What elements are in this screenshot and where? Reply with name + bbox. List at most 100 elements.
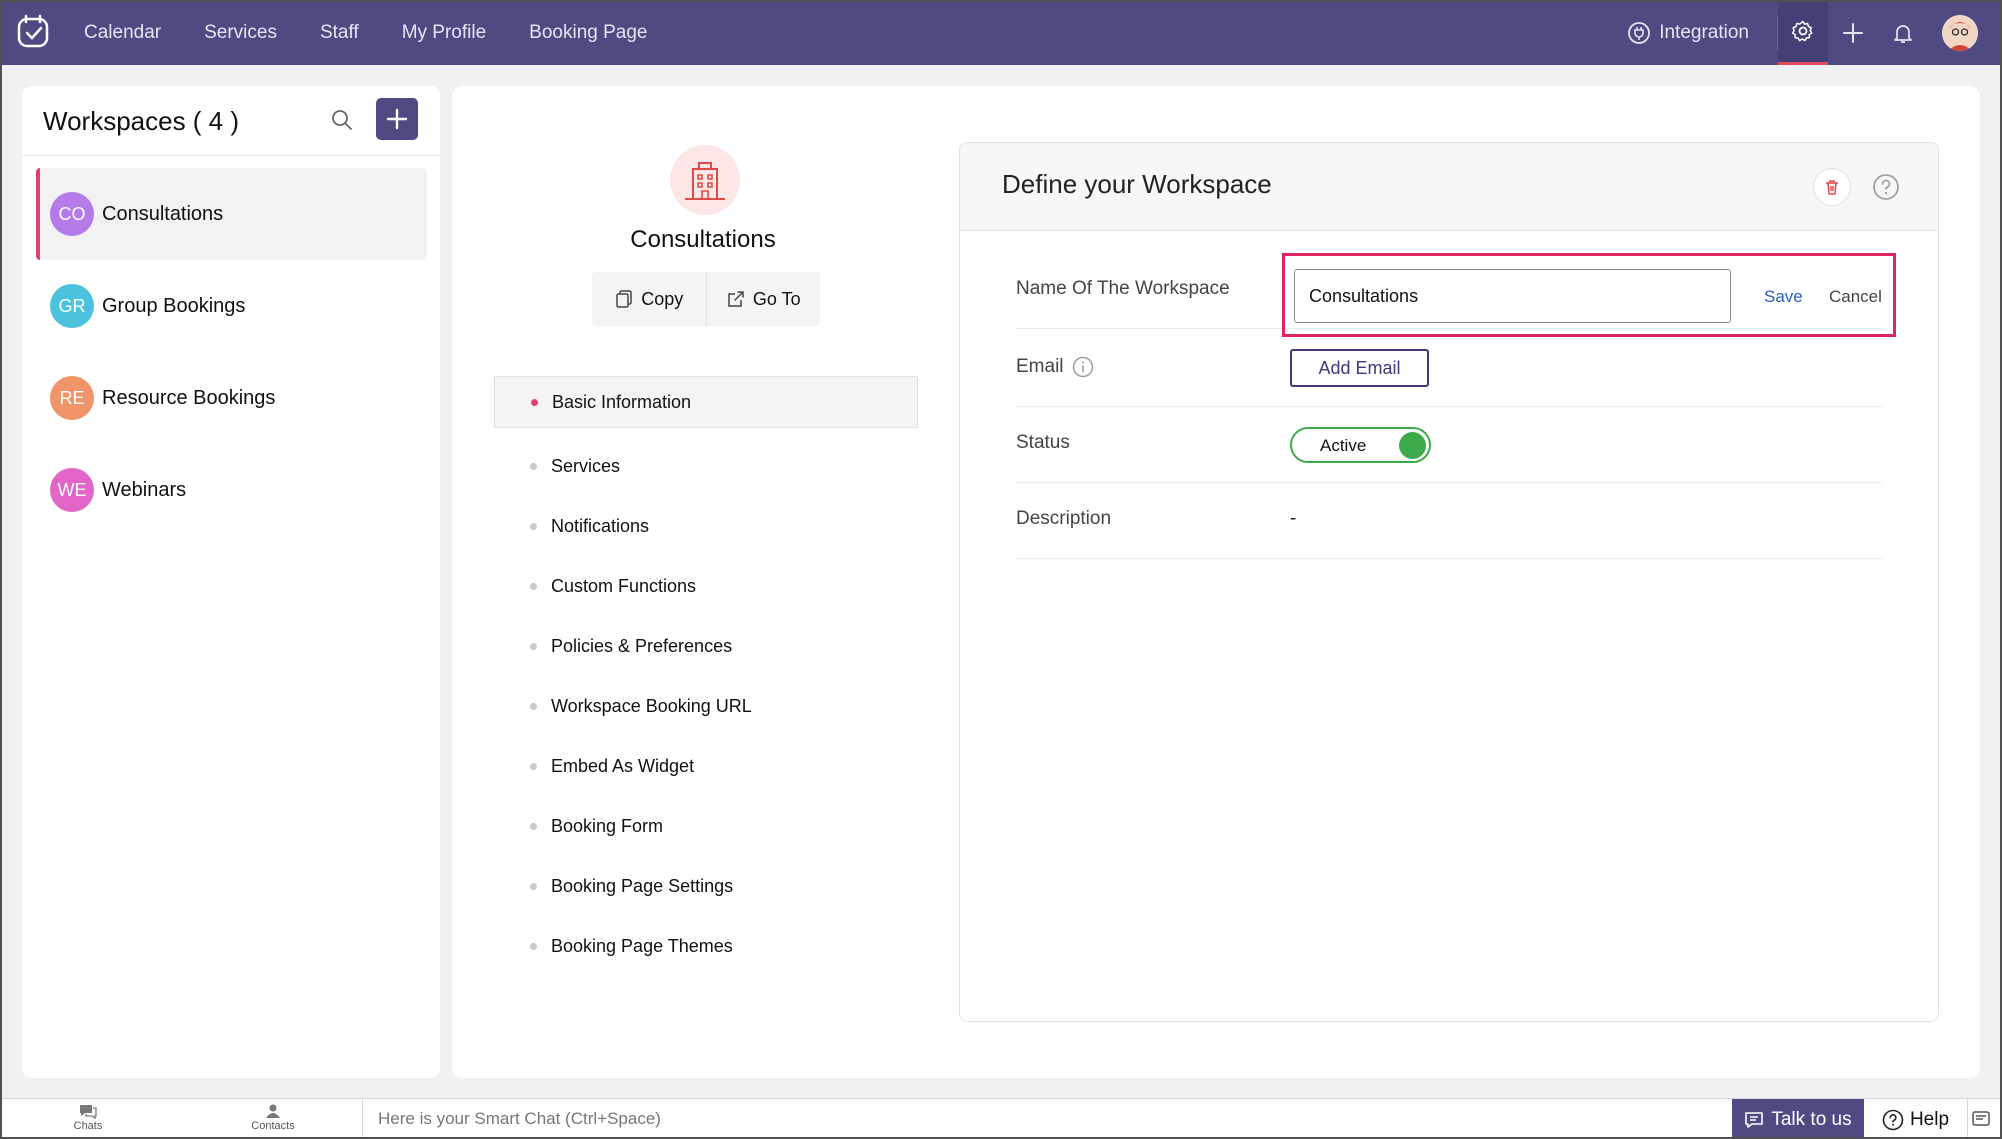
menu-basic-information[interactable]: Basic Information xyxy=(494,376,918,428)
bullet-dot xyxy=(530,762,537,770)
user-avatar[interactable] xyxy=(1942,14,1978,51)
row-description: Description - xyxy=(1016,483,1882,559)
description-label: Description xyxy=(1016,508,1112,529)
bottom-chat-bar: Chats Contacts Here is your Smart Chat (… xyxy=(0,1098,2002,1139)
workspace-detail-panel: Consultations Copy Go To Basic Informati… xyxy=(452,86,1980,1078)
menu-label: Policies & Preferences xyxy=(551,635,733,656)
add-email-button[interactable]: Add Email xyxy=(1290,349,1429,387)
define-workspace-card: Define your Workspace Name Of The Worksp… xyxy=(959,142,1939,1022)
add-workspace-button[interactable] xyxy=(376,98,418,140)
app-logo-icon[interactable] xyxy=(16,13,52,49)
menu-label: Services xyxy=(551,455,621,476)
workspaces-title: Workspaces ( 4 ) xyxy=(43,106,240,136)
menu-workspace-booking-url[interactable]: Workspace Booking URL xyxy=(494,676,918,736)
status-value: Active xyxy=(1320,436,1367,455)
chats-tab[interactable]: Chats xyxy=(43,1103,133,1132)
menu-booking-page-themes[interactable]: Booking Page Themes xyxy=(494,916,918,976)
menu-custom-functions[interactable]: Custom Functions xyxy=(494,556,918,616)
menu-policies-preferences[interactable]: Policies & Preferences xyxy=(494,616,918,676)
workspace-item-resource-bookings[interactable]: RE Resource Bookings xyxy=(36,352,427,444)
workspace-name: Consultations xyxy=(102,202,224,225)
bell-icon[interactable] xyxy=(1878,0,1928,65)
workspace-actions: Copy Go To xyxy=(592,272,820,326)
integration-label: Integration xyxy=(1659,21,1749,43)
workspaces-panel: Workspaces ( 4 ) CO Consultations GR Gro… xyxy=(22,86,440,1078)
bullet-dot xyxy=(531,398,538,406)
info-icon[interactable] xyxy=(1072,356,1094,378)
copy-label: Copy xyxy=(641,288,684,309)
bullet-dot xyxy=(530,702,537,710)
name-label: Name Of The Workspace xyxy=(1016,278,1230,299)
menu-embed-as-widget[interactable]: Embed As Widget xyxy=(494,736,918,796)
main-nav: Calendar Services Staff My Profile Booki… xyxy=(84,0,691,65)
bullet-dot xyxy=(530,822,537,830)
nav-calendar[interactable]: Calendar xyxy=(84,22,161,44)
menu-label: Notifications xyxy=(551,515,650,536)
contacts-icon xyxy=(266,1104,280,1118)
nav-my-profile[interactable]: My Profile xyxy=(402,22,486,44)
description-value: - xyxy=(1290,508,1297,529)
bullet-dot xyxy=(530,882,537,890)
menu-label: Booking Form xyxy=(551,815,664,836)
workspace-avatar: GR xyxy=(50,284,94,328)
row-email: Email Add Email xyxy=(1016,331,1882,407)
external-link-icon xyxy=(728,291,744,307)
copy-button[interactable]: Copy xyxy=(592,272,706,326)
help-button[interactable]: Help xyxy=(1864,1099,1968,1139)
status-toggle[interactable]: Active xyxy=(1290,427,1431,463)
workspace-avatar: RE xyxy=(50,376,94,420)
go-to-label: Go To xyxy=(752,288,801,309)
talk-label: Talk to us xyxy=(1771,1108,1852,1130)
nav-staff[interactable]: Staff xyxy=(320,22,359,44)
settings-icon[interactable] xyxy=(1778,0,1828,65)
cancel-link[interactable]: Cancel xyxy=(1829,287,1882,307)
workspace-item-consultations[interactable]: CO Consultations xyxy=(36,168,427,260)
workspace-title: Consultations xyxy=(630,226,776,253)
building-icon xyxy=(670,145,740,215)
top-navigation-bar: Calendar Services Staff My Profile Booki… xyxy=(0,0,2002,65)
plus-icon xyxy=(386,108,408,130)
copy-icon xyxy=(616,290,632,308)
contacts-tab[interactable]: Contacts xyxy=(228,1103,318,1132)
message-icon xyxy=(1745,1111,1764,1128)
menu-label: Booking Page Settings xyxy=(551,875,734,896)
nav-services[interactable]: Services xyxy=(204,22,277,44)
integration-icon xyxy=(1628,21,1651,44)
workspace-item-webinars[interactable]: WE Webinars xyxy=(36,444,427,536)
workspace-settings-menu: Basic Information Services Notifications… xyxy=(494,376,918,976)
menu-booking-form[interactable]: Booking Form xyxy=(494,796,918,856)
bullet-dot xyxy=(530,642,537,650)
card-header: Define your Workspace xyxy=(960,143,1938,231)
menu-label: Embed As Widget xyxy=(551,755,695,776)
workspace-item-group-bookings[interactable]: GR Group Bookings xyxy=(36,260,427,352)
menu-services[interactable]: Services xyxy=(494,436,918,496)
go-to-button[interactable]: Go To xyxy=(705,272,821,326)
bullet-dot xyxy=(530,462,537,470)
search-icon[interactable] xyxy=(330,108,354,137)
contacts-label: Contacts xyxy=(251,1120,295,1132)
menu-label: Basic Information xyxy=(552,391,692,412)
save-link[interactable]: Save xyxy=(1764,287,1803,307)
plus-icon[interactable] xyxy=(1828,0,1878,65)
row-status: Status Active xyxy=(1016,407,1882,483)
workspace-name: Webinars xyxy=(102,478,187,501)
menu-notifications[interactable]: Notifications xyxy=(494,496,918,556)
feedback-icon[interactable] xyxy=(1970,1109,1992,1134)
smart-chat-input[interactable]: Here is your Smart Chat (Ctrl+Space) xyxy=(378,1109,661,1129)
status-label: Status xyxy=(1016,432,1070,453)
menu-label: Booking Page Themes xyxy=(551,935,733,956)
delete-workspace-button[interactable] xyxy=(1813,168,1851,206)
nav-booking-page[interactable]: Booking Page xyxy=(529,22,647,44)
talk-to-us-button[interactable]: Talk to us xyxy=(1732,1099,1864,1139)
integration-link[interactable]: Integration xyxy=(1627,21,1749,45)
divider xyxy=(362,1099,363,1139)
workspace-name: Group Bookings xyxy=(102,294,246,317)
card-title: Define your Workspace xyxy=(1002,169,1272,199)
toggle-knob xyxy=(1399,432,1426,459)
menu-booking-page-settings[interactable]: Booking Page Settings xyxy=(494,856,918,916)
help-icon[interactable] xyxy=(1872,173,1900,206)
email-label-wrap: Email xyxy=(1016,356,1094,378)
workspace-name-input[interactable] xyxy=(1294,269,1731,323)
workspace-list: CO Consultations GR Group Bookings RE Re… xyxy=(36,168,427,536)
bullet-dot xyxy=(530,522,537,530)
